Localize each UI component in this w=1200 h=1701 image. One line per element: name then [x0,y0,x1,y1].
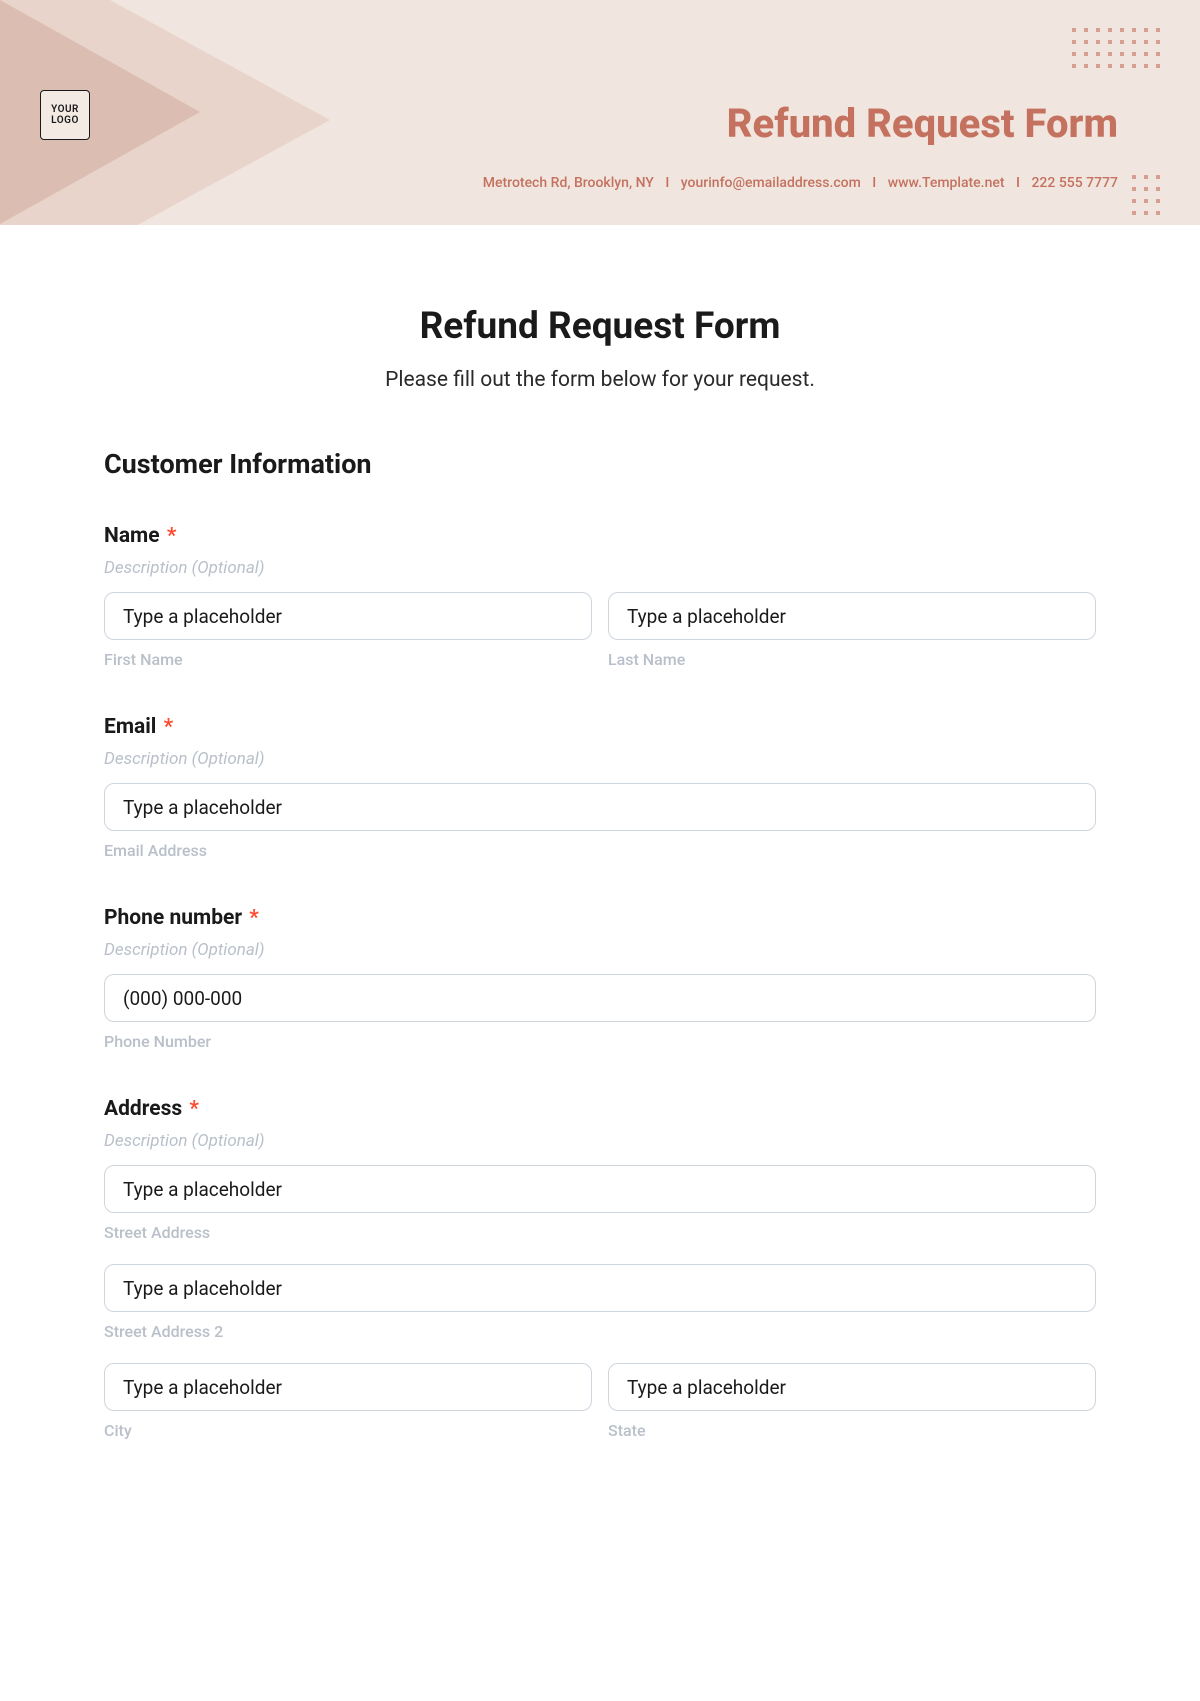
phone-label: Phone number * [104,906,1096,930]
required-asterisk: * [189,1097,199,1121]
field-group-name: Name * Description (Optional) First Name… [104,524,1096,669]
contact-email: yourinfo@emailaddress.com [681,175,861,191]
field-group-address: Address * Description (Optional) Street … [104,1097,1096,1440]
phone-label-text: Phone number [104,906,242,930]
form-content: Refund Request Form Please fill out the … [0,225,1200,1440]
field-group-email: Email * Description (Optional) Email Add… [104,715,1096,860]
header-banner: YOUR LOGO Refund Request Form Metrotech … [0,0,1200,225]
name-label-text: Name [104,524,160,548]
email-label-text: Email [104,715,156,739]
city-sublabel: City [104,1421,592,1440]
logo-placeholder: YOUR LOGO [40,90,90,140]
state-sublabel: State [608,1421,1096,1440]
contact-website: www.Template.net [888,175,1005,191]
address-label: Address * [104,1097,1096,1121]
required-asterisk: * [164,715,174,739]
separator: I [1016,175,1020,191]
separator: I [665,175,669,191]
street-address-input[interactable] [104,1165,1096,1213]
name-label: Name * [104,524,1096,548]
address-label-text: Address [104,1097,182,1121]
email-input[interactable] [104,783,1096,831]
last-name-input[interactable] [608,592,1096,640]
email-label: Email * [104,715,1096,739]
section-customer-info: Customer Information [104,448,1096,480]
required-asterisk: * [167,524,177,548]
phone-sublabel: Phone Number [104,1032,1096,1051]
city-input[interactable] [104,1363,592,1411]
contact-address: Metrotech Rd, Brooklyn, NY [483,175,654,191]
separator: I [872,175,876,191]
required-asterisk: * [249,906,259,930]
street-address-2-input[interactable] [104,1264,1096,1312]
decorative-dots-top [1072,28,1160,68]
field-group-phone: Phone number * Description (Optional) Ph… [104,906,1096,1051]
street-address-sublabel: Street Address [104,1223,1096,1242]
header-contact: Metrotech Rd, Brooklyn, NY I yourinfo@em… [483,175,1118,191]
email-sublabel: Email Address [104,841,1096,860]
contact-phone: 222 555 7777 [1031,175,1118,191]
decorative-triangle-small [0,0,200,224]
phone-description: Description (Optional) [104,940,1096,960]
decorative-dots-bottom [1132,175,1160,215]
street-address-2-sublabel: Street Address 2 [104,1322,1096,1341]
phone-input[interactable] [104,974,1096,1022]
first-name-input[interactable] [104,592,592,640]
header-title: Refund Request Form [727,100,1118,147]
email-description: Description (Optional) [104,749,1096,769]
first-name-sublabel: First Name [104,650,592,669]
last-name-sublabel: Last Name [608,650,1096,669]
form-subtitle: Please fill out the form below for your … [104,368,1096,392]
name-description: Description (Optional) [104,558,1096,578]
state-input[interactable] [608,1363,1096,1411]
address-description: Description (Optional) [104,1131,1096,1151]
form-title: Refund Request Form [104,305,1096,348]
logo-text: YOUR LOGO [41,104,89,126]
